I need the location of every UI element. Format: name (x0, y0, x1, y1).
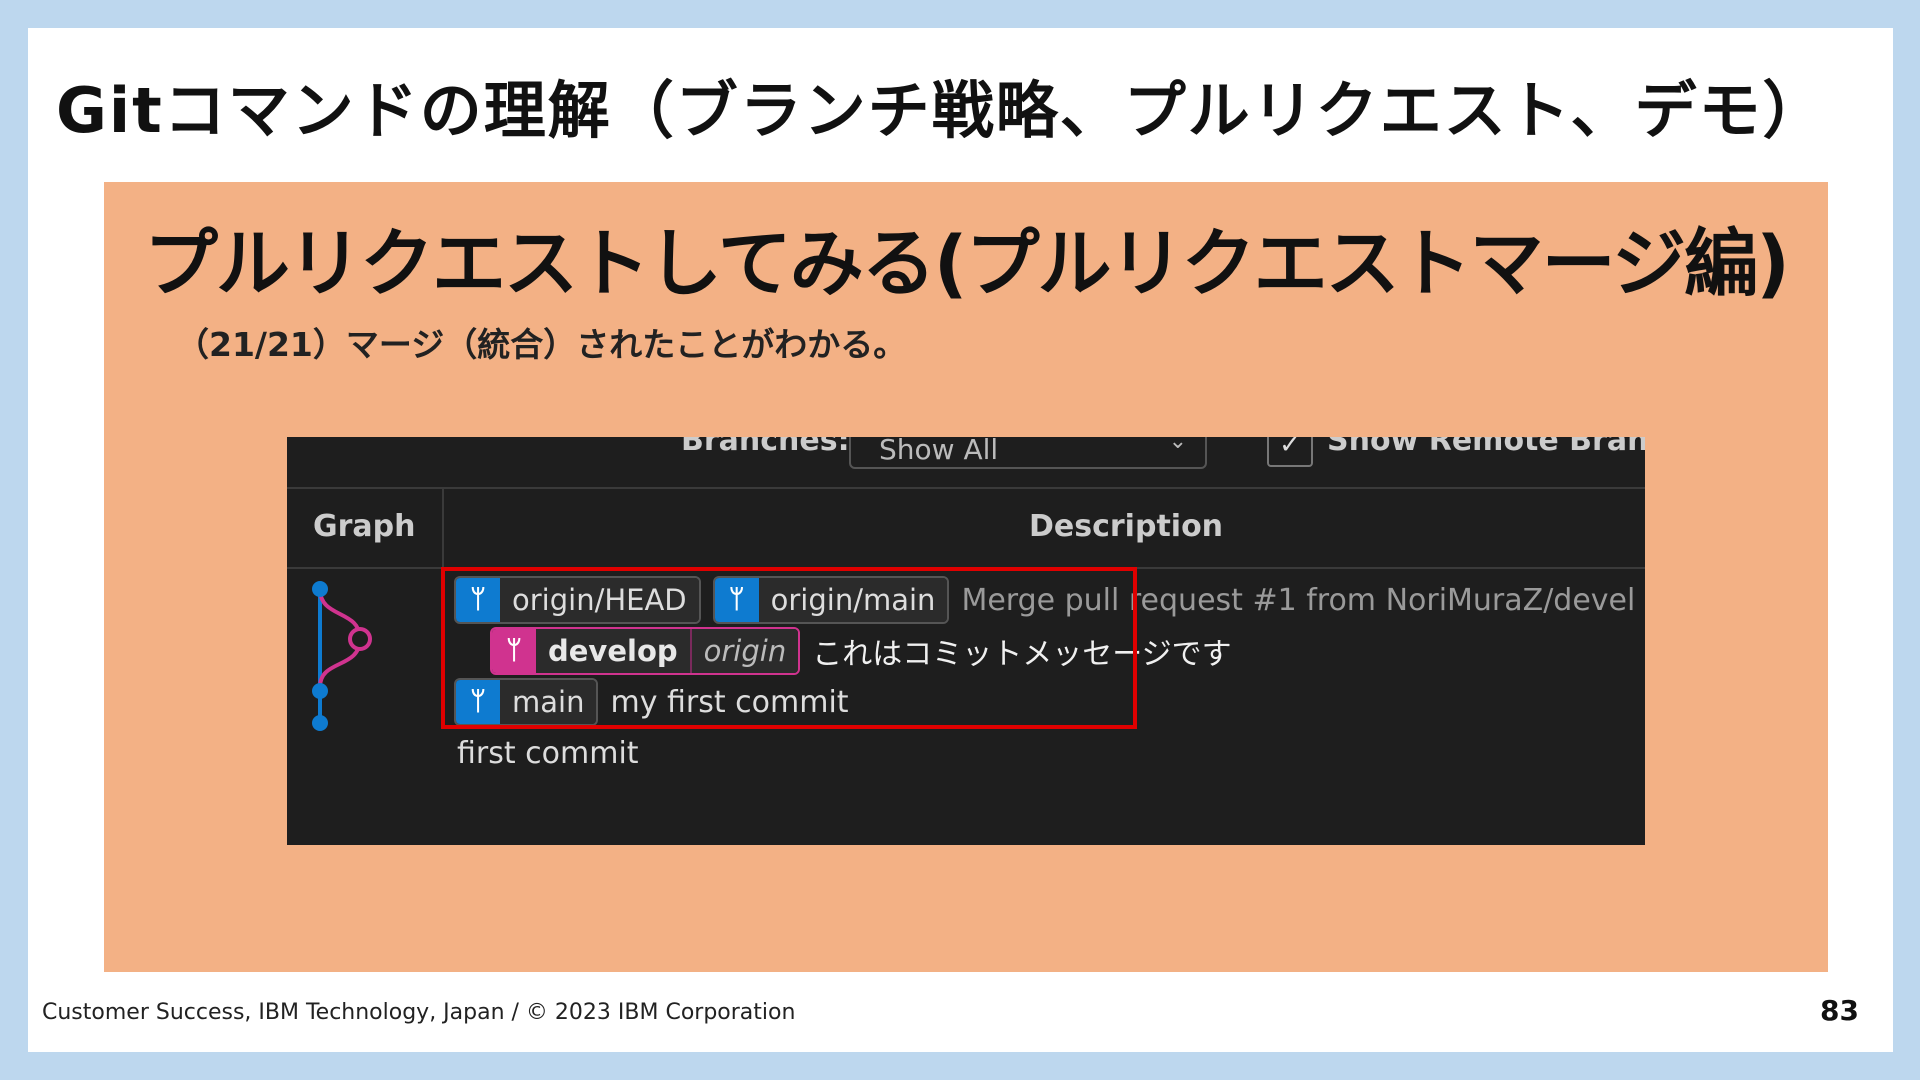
branches-dropdown[interactable]: Show All ⌄ (849, 437, 1207, 469)
column-header-description[interactable]: Description (1029, 509, 1223, 544)
slide-title: Gitコマンドの理解（ブランチ戦略、プルリクエスト、デモ） (56, 74, 1827, 147)
git-graph-toolbar: Branches: Show All ⌄ ✓ Show Remote Branc (287, 437, 1645, 489)
checkmark-icon: ✓ (1279, 437, 1301, 460)
footer-copyright: Customer Success, IBM Technology, Japan … (42, 1000, 796, 1025)
highlight-box (441, 567, 1137, 729)
column-divider (442, 489, 444, 569)
commit-node-first[interactable] (312, 715, 328, 731)
commit-node-develop[interactable] (348, 627, 372, 651)
branches-dropdown-value: Show All (879, 437, 999, 466)
content-subtitle: （21/21）マージ（統合）されたことがわかる。 (176, 325, 907, 364)
branches-label: Branches: (681, 437, 850, 458)
column-header-graph[interactable]: Graph (313, 509, 416, 544)
commit-node-main[interactable] (312, 683, 328, 699)
slide: Gitコマンドの理解（ブランチ戦略、プルリクエスト、デモ） プルリクエストしてみ… (28, 28, 1893, 1052)
chevron-down-icon: ⌄ (1168, 437, 1187, 454)
table-header (287, 489, 1645, 569)
content-heading: プルリクエストしてみる(プルリクエストマージ編) (144, 221, 1790, 307)
content-panel: プルリクエストしてみる(プルリクエストマージ編) （21/21）マージ（統合）さ… (104, 182, 1828, 972)
show-remote-checkbox[interactable]: ✓ (1267, 437, 1313, 467)
commit-message: first commit (457, 735, 639, 771)
commit-row[interactable]: first commit (457, 727, 639, 779)
commit-graph (312, 581, 372, 731)
commit-node-merge[interactable] (312, 581, 328, 597)
page-number: 83 (1820, 994, 1859, 1027)
git-graph-screenshot: Branches: Show All ⌄ ✓ Show Remote Branc… (287, 437, 1645, 845)
show-remote-label: Show Remote Branc (1327, 437, 1645, 458)
